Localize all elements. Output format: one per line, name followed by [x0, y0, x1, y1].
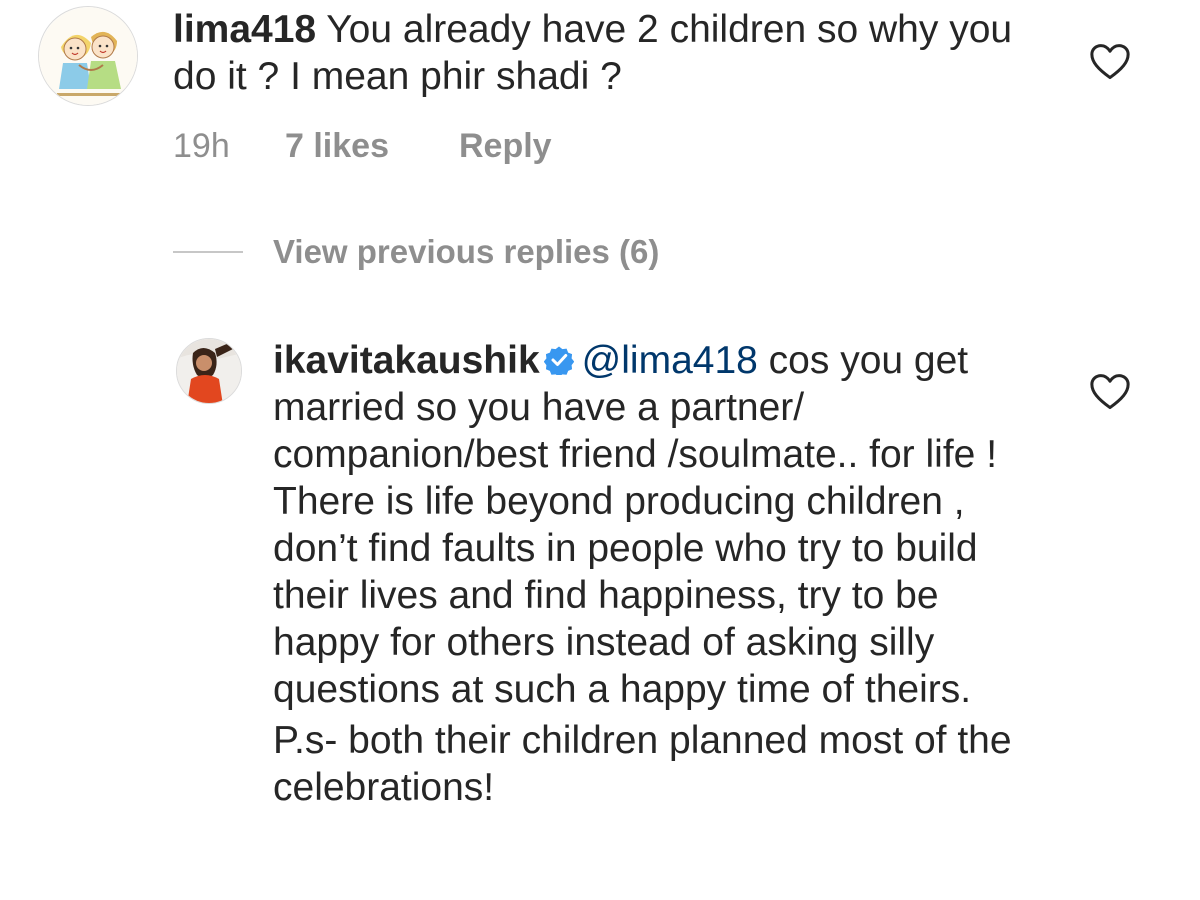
view-previous-replies-button[interactable]: View previous replies (6): [173, 230, 659, 274]
avatar[interactable]: [176, 338, 242, 404]
comment-username[interactable]: lima418: [173, 8, 316, 51]
replies-divider-line: [173, 251, 243, 253]
reply-mention-link[interactable]: @lima418: [582, 339, 758, 382]
view-previous-replies-label: View previous replies (6): [273, 233, 660, 270]
heart-outline-icon[interactable]: [1089, 373, 1131, 411]
reply-button[interactable]: Reply: [459, 127, 552, 166]
reply-text: cos you get married so you have a partne…: [273, 339, 998, 711]
comment-likes-count[interactable]: 7 likes: [285, 127, 459, 166]
comment-body: lima418 You already have 2 children so w…: [173, 6, 1053, 100]
comment-timestamp: 19h: [173, 126, 230, 165]
avatar[interactable]: [38, 6, 138, 106]
comments-screen: lima418 You already have 2 children so w…: [0, 0, 1200, 900]
comment-meta: 19h 7 likes Reply: [173, 124, 552, 168]
profile-photo-icon: [177, 339, 241, 403]
reply-body: ikavitakaushik @lima418 cos you get marr…: [273, 337, 1053, 811]
cartoon-hugging-kids-icon: [39, 7, 137, 105]
reply-main-paragraph: ikavitakaushik @lima418 cos you get marr…: [273, 337, 1053, 713]
heart-outline-icon[interactable]: [1089, 43, 1131, 81]
reply-postscript: P.s- both their children planned most of…: [273, 719, 1012, 809]
verified-badge-icon: [543, 346, 574, 375]
reply-username[interactable]: ikavitakaushik: [273, 339, 540, 382]
